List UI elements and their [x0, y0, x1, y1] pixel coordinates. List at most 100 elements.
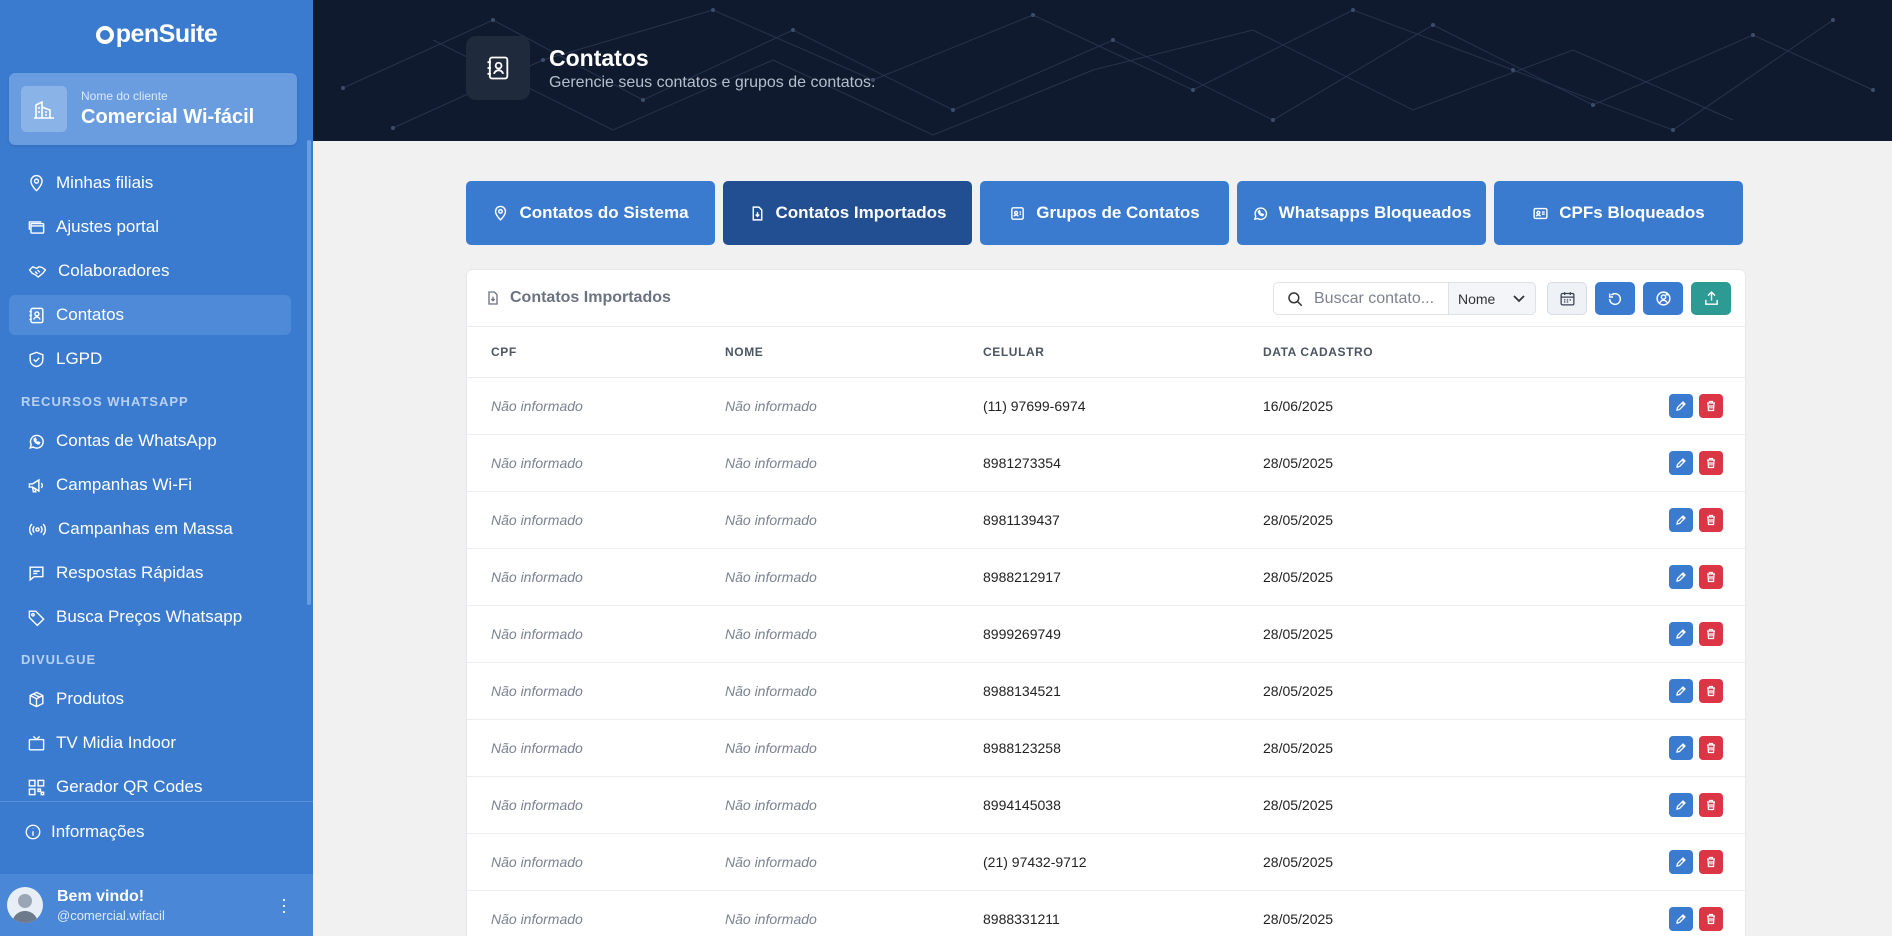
delete-button[interactable]: [1699, 393, 1723, 418]
edit-button[interactable]: [1669, 792, 1693, 817]
edit-button[interactable]: [1669, 849, 1693, 874]
trash-icon: [1707, 571, 1715, 582]
sidebar-item-ajustes-portal[interactable]: Ajustes portal: [9, 207, 291, 247]
delete-button[interactable]: [1699, 678, 1723, 703]
delete-button[interactable]: [1699, 564, 1723, 589]
cell-actions: [1563, 833, 1745, 891]
column-header-data-cadastro[interactable]: DATA CADASTRO: [1263, 327, 1563, 378]
add-contact-button[interactable]: [1643, 282, 1683, 315]
tv-icon: [28, 735, 45, 751]
trash-icon: [1707, 742, 1715, 753]
table-row: Não informado Não informado (21) 97432-971…: [467, 833, 1745, 891]
user-profile[interactable]: Bem vindo! @comercial.wifacil · · ·: [0, 874, 313, 936]
sidebar-item-produtos[interactable]: Produtos: [9, 679, 291, 719]
edit-button[interactable]: [1669, 678, 1693, 703]
edit-button[interactable]: [1669, 906, 1693, 931]
tab-contatos-sistema[interactable]: Contatos do Sistema: [466, 181, 715, 245]
column-header-cpf[interactable]: CPF: [467, 327, 725, 378]
handshake-icon: [28, 265, 47, 278]
column-header-nome[interactable]: NOME: [725, 327, 983, 378]
pencil-icon: [1676, 400, 1686, 411]
delete-button[interactable]: [1699, 735, 1723, 760]
table-row: Não informado Não informado 8988331211 28/0…: [467, 890, 1745, 936]
edit-button[interactable]: [1669, 450, 1693, 475]
user-welcome: Bem vindo!: [57, 887, 145, 905]
info-icon: [25, 824, 41, 840]
sidebar-item-campanhas-wifi[interactable]: Campanhas Wi-Fi: [9, 465, 291, 505]
file-import-icon: [488, 291, 498, 305]
chat-lines-icon: [29, 565, 44, 581]
sidebar-item-label: Gerador QR Codes: [56, 777, 203, 796]
column-header-celular[interactable]: CELULAR: [983, 327, 1263, 378]
edit-button[interactable]: [1669, 735, 1693, 760]
cell-nome: Não informado: [725, 890, 983, 936]
trash-icon: [1707, 856, 1715, 867]
table-row: Não informado Não informado 8988212917 28/0…: [467, 548, 1745, 606]
sidebar-item-label: Contas de WhatsApp: [56, 431, 217, 450]
delete-button[interactable]: [1699, 621, 1723, 646]
sidebar-item-contas-whatsapp[interactable]: Contas de WhatsApp: [9, 421, 291, 461]
price-tag-icon: [28, 609, 45, 626]
edit-button[interactable]: [1669, 564, 1693, 589]
card-title-text: Contatos Importados: [510, 289, 671, 306]
edit-button[interactable]: [1669, 393, 1693, 418]
delete-button[interactable]: [1699, 792, 1723, 817]
tab-cpfs-bloqueados[interactable]: CPFs Bloqueados: [1494, 181, 1743, 245]
date-filter-button[interactable]: [1547, 282, 1587, 315]
sidebar-item-busca-precos[interactable]: Busca Preços Whatsapp: [9, 597, 291, 637]
cell-cpf: Não informado: [467, 434, 725, 492]
cell-celular: 8988134521: [983, 662, 1263, 720]
sidebar-item-campanhas-massa[interactable]: Campanhas em Massa: [9, 509, 291, 549]
delete-button[interactable]: [1699, 906, 1723, 931]
pencil-icon: [1676, 628, 1686, 639]
tab-label: Contatos do Sistema: [519, 203, 689, 222]
sidebar-divider: [0, 801, 313, 802]
sidebar-item-informacoes[interactable]: Informações: [24, 822, 145, 842]
sidebar-item-minhas-filiais[interactable]: Minhas filiais: [9, 163, 291, 203]
cell-celular: 8988123258: [983, 719, 1263, 777]
delete-button[interactable]: [1699, 507, 1723, 532]
cell-celular: 8988212917: [983, 548, 1263, 606]
edit-button[interactable]: [1669, 507, 1693, 532]
search-field-select[interactable]: Nome: [1449, 282, 1536, 315]
cell-nome: Não informado: [725, 548, 983, 606]
delete-button[interactable]: [1699, 450, 1723, 475]
sidebar-scrollbar[interactable]: [307, 140, 311, 605]
tab-whatsapps-bloqueados[interactable]: Whatsapps Bloqueados: [1237, 181, 1486, 245]
shield-check-icon: [29, 351, 44, 367]
pencil-icon: [1676, 856, 1686, 867]
sidebar-item-label: TV Midia Indoor: [56, 733, 176, 752]
sidebar-item-colaboradores[interactable]: Colaboradores: [9, 251, 291, 291]
client-selector[interactable]: Nome do cliente Comercial Wi-fácil: [9, 73, 297, 145]
trash-icon: [1707, 799, 1715, 810]
cell-celular: 8981273354: [983, 434, 1263, 492]
export-button[interactable]: [1691, 282, 1731, 315]
sidebar-item-tv-midia[interactable]: TV Midia Indoor: [9, 723, 291, 763]
avatar: [7, 887, 43, 923]
tab-contatos-importados[interactable]: Contatos Importados: [723, 181, 972, 245]
tab-label: Contatos Importados: [775, 203, 947, 222]
card-title: Contatos Importados: [485, 289, 671, 307]
sidebar-item-respostas-rapidas[interactable]: Respostas Rápidas: [9, 553, 291, 593]
search-input[interactable]: [1314, 289, 1444, 308]
edit-button[interactable]: [1669, 621, 1693, 646]
broadcast-icon: [28, 522, 47, 536]
refresh-button[interactable]: [1595, 282, 1635, 315]
sidebar-item-label: Campanhas Wi-Fi: [56, 475, 193, 494]
trash-icon: [1707, 913, 1715, 924]
tab-grupos-contatos[interactable]: Grupos de Contatos: [980, 181, 1229, 245]
cell-data-cadastro: 28/05/2025: [1263, 548, 1563, 606]
pencil-icon: [1676, 742, 1686, 753]
sidebar-item-contatos[interactable]: Contatos: [9, 295, 291, 335]
map-pin-icon: [30, 174, 43, 192]
trash-icon: [1707, 628, 1715, 639]
app-logo[interactable]: penSuite: [0, 0, 313, 68]
cell-cpf: Não informado: [467, 605, 725, 663]
whatsapp-icon: [29, 434, 44, 449]
column-header-actions: [1563, 327, 1745, 378]
more-vertical-icon[interactable]: · · ·: [281, 890, 287, 920]
delete-button[interactable]: [1699, 849, 1723, 874]
cell-cpf: Não informado: [467, 377, 725, 435]
megaphone-icon: [28, 478, 44, 493]
sidebar-item-lgpd[interactable]: LGPD: [9, 339, 291, 379]
